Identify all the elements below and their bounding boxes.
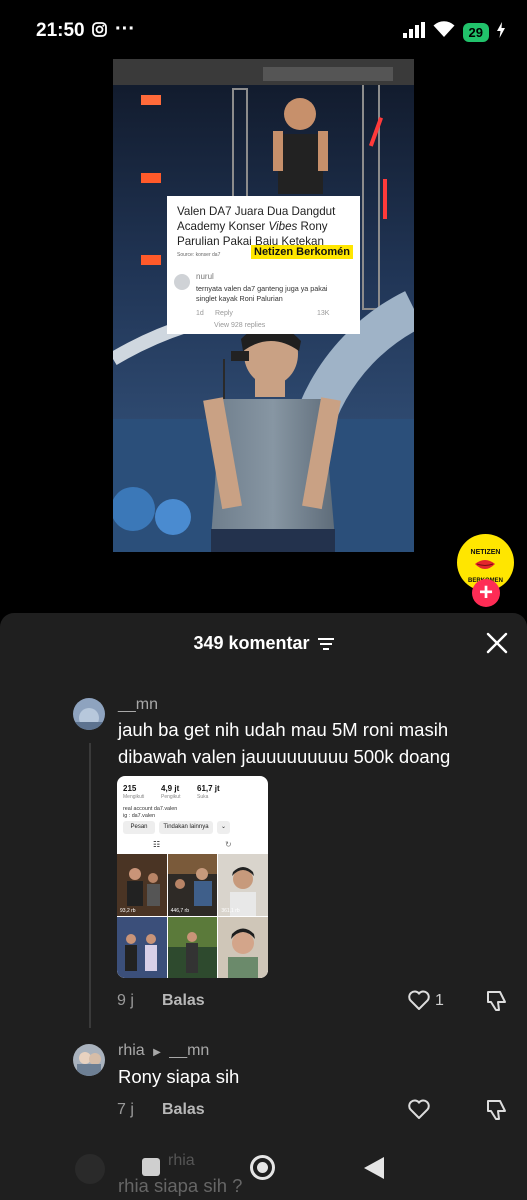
comments-sheet: 349 komentar __mn jauh ba get nih udah m…: [0, 613, 527, 1200]
grid-video: 93,2 rb: [117, 854, 167, 916]
svg-text:NETIZEN: NETIZEN: [471, 549, 501, 556]
follow-plus-button[interactable]: +: [472, 579, 500, 607]
news-source: Source: konser da7: [177, 252, 221, 258]
stat-likes-value: 61,7 jt: [197, 784, 220, 793]
battery-indicator: 29: [462, 22, 489, 42]
reply-text: Rony siapa sih: [118, 1066, 240, 1087]
close-icon[interactable]: [486, 632, 508, 654]
stat-followers-value: 4,9 jt: [161, 784, 180, 793]
comment-image-attachment[interactable]: 215 Mengikuti 4,9 jt Pengikut 61,7 jt Su…: [117, 776, 268, 978]
embedded-comment-reply: Reply: [215, 310, 233, 317]
comments-title: 349 komentar: [0, 633, 527, 655]
profile-bio: real account da7.valen ig : da7.valen: [123, 806, 178, 819]
news-headline: Valen DA7 Juara Dua Dangdut Academy Kons…: [177, 205, 336, 248]
grid-video: 361,1 rb: [218, 854, 268, 916]
reply-avatar[interactable]: [73, 1044, 105, 1076]
netizen-berkomen-tag: Netizen Berkomén: [251, 245, 353, 259]
system-nav-bar: [0, 1140, 527, 1200]
reply-button[interactable]: Balas: [162, 1101, 205, 1119]
home-icon[interactable]: [250, 1155, 275, 1180]
embedded-comment-text: ternyata valen da7 ganteng juga ya pakai…: [196, 284, 328, 303]
thread-line: [89, 743, 91, 1028]
signal-icon: [402, 21, 425, 43]
filter-icon[interactable]: [317, 634, 334, 655]
comment-age: 9 j: [117, 992, 134, 1009]
chevron-down-icon: ⌄: [217, 821, 230, 834]
wifi-icon: [433, 21, 455, 43]
video-grid: 93,2 rb 446,7 rb 361,1 rb: [117, 854, 268, 978]
dislike-icon[interactable]: [485, 1099, 509, 1126]
reply-to-username: __mn: [169, 1042, 210, 1059]
embedded-comment-avatar: [174, 274, 190, 290]
status-time: 21:50: [36, 20, 85, 41]
reply-age: 7 j: [117, 1101, 134, 1118]
comment-avatar[interactable]: [73, 698, 105, 730]
heart-icon[interactable]: [408, 990, 430, 1015]
dislike-icon[interactable]: [485, 990, 509, 1017]
embedded-comment-age: 1d: [196, 310, 204, 317]
comment-text: jauh ba get nih udah mau 5M roni masih d…: [118, 719, 451, 767]
news-overlay-card: Valen DA7 Juara Dua Dangdut Academy Kons…: [167, 196, 360, 334]
message-button: Pesan: [123, 821, 155, 834]
embedded-comment-likes: 13K: [317, 310, 330, 317]
embedded-view-replies: View 928 replies: [214, 322, 266, 329]
stat-likes-label: Suka: [197, 794, 209, 800]
grid-video: 446,7 rb: [167, 854, 218, 916]
stat-followers-label: Pengikut: [161, 794, 181, 800]
grid-video: [218, 916, 268, 978]
stat-following-value: 215: [123, 784, 137, 793]
repost-tab-icon: ↻: [225, 840, 232, 849]
more-actions-button: Tindakan lainnya: [159, 821, 213, 834]
like-count: 1: [435, 992, 444, 1009]
status-bar: 21:50 ··· 29: [0, 0, 527, 62]
back-icon[interactable]: [364, 1157, 384, 1184]
reply-username[interactable]: rhia ▶ __mn: [118, 1042, 209, 1060]
recents-icon[interactable]: [142, 1158, 160, 1176]
grid-video: [167, 916, 218, 978]
reply-arrow-icon: ▶: [153, 1047, 161, 1058]
stat-following-label: Mengikuti: [123, 794, 145, 800]
charging-icon: [497, 21, 505, 43]
grid-video: [117, 916, 167, 978]
grid-tab-icon: ☷: [153, 840, 161, 849]
heart-icon[interactable]: [408, 1099, 430, 1124]
embedded-comment-user: nurul: [196, 272, 214, 281]
more-notifications-icon: ···: [115, 18, 135, 40]
reply-button[interactable]: Balas: [162, 992, 205, 1010]
comment-username[interactable]: __mn: [118, 696, 158, 714]
instagram-icon: [92, 22, 107, 42]
